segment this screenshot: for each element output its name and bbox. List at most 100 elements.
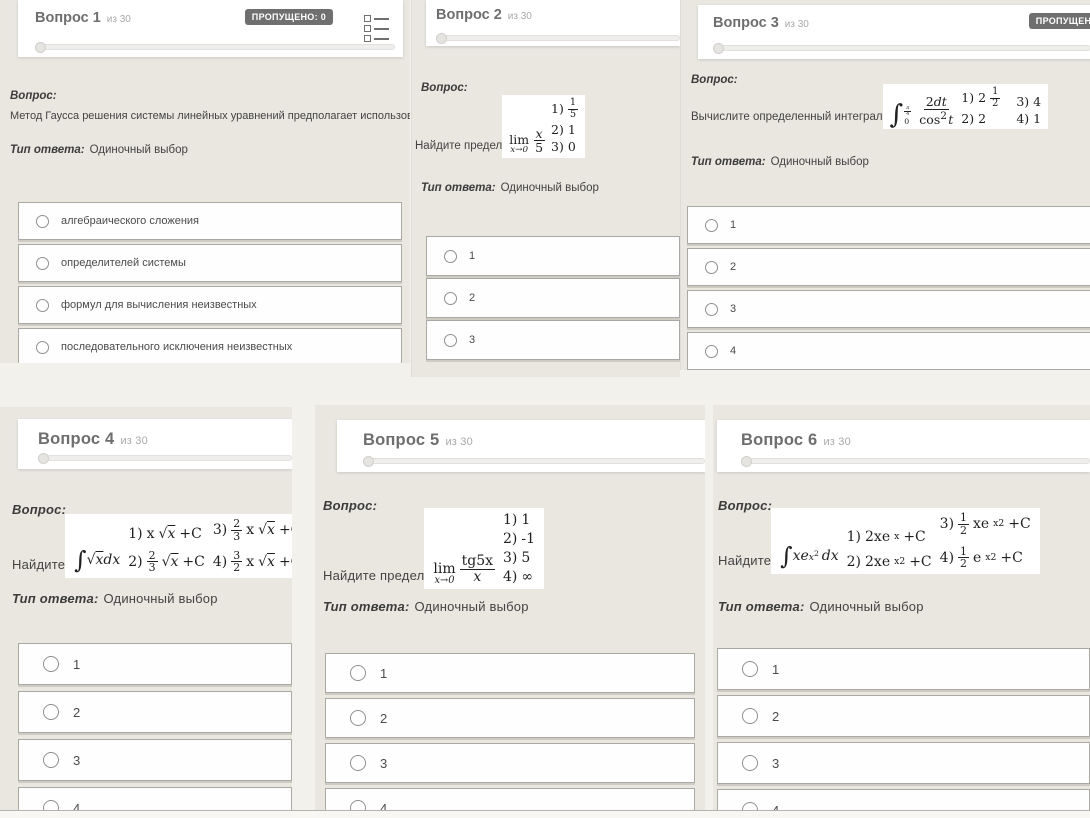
radio-icon[interactable] (742, 708, 758, 724)
answer-option[interactable]: 1 (325, 653, 695, 693)
choice-label: 2) (503, 531, 517, 547)
exponent: 2 (940, 109, 947, 122)
radio-icon[interactable] (36, 257, 49, 270)
denominator: 2 (958, 558, 969, 570)
denominator: 3 (147, 562, 158, 574)
radio-icon[interactable] (36, 299, 49, 312)
denominator: 5 (533, 141, 545, 155)
answer-option[interactable]: 3 (18, 739, 292, 781)
skipped-badge: ПРОПУЩЕНО: 0 (245, 9, 333, 25)
question-line: Найдите ∫ xex2 dx 1)2xex+C 2)2xex2+C 3)1… (718, 508, 1040, 574)
options-list: 1 2 3 (426, 236, 680, 360)
limit: limx→0 (509, 134, 529, 155)
question-text: Вычислите определенный интеграл (691, 111, 883, 123)
answer-option[interactable]: последовательного исключения неизвестных (18, 328, 402, 363)
radicand: x (267, 522, 275, 538)
question-count: из 30 (120, 435, 147, 447)
radio-icon[interactable] (742, 661, 758, 677)
radio-icon[interactable] (705, 303, 718, 316)
question-panel-4: Вопрос 4из 30 Вопрос: Найдите ∫ √x dx 1)… (0, 407, 292, 818)
answer-option[interactable]: 4 (687, 332, 1090, 370)
answer-type: Тип ответа:Одиночный выбор (691, 156, 869, 168)
square-root: √x (162, 554, 179, 570)
upper-limit: π4 (904, 106, 911, 117)
answer-type-value: Одиночный выбор (810, 599, 924, 614)
denominator: cos2 t (917, 110, 955, 127)
radio-icon[interactable] (43, 704, 59, 720)
radio-icon[interactable] (742, 755, 758, 771)
answer-option[interactable]: 2 (426, 278, 680, 318)
function: cos (919, 112, 940, 127)
answer-option[interactable]: 3 (717, 742, 1090, 784)
question-number: Вопрос 3 (713, 15, 779, 31)
numerator: 1 (958, 512, 969, 525)
radio-icon[interactable] (444, 334, 457, 347)
answer-type-label: Тип ответа: (12, 591, 99, 606)
question-text: Найдите (718, 553, 771, 568)
choice-value: +C (279, 522, 292, 538)
question-text: Найдите предел (323, 568, 424, 583)
choice-label: 1) (503, 512, 517, 528)
answer-option[interactable]: 2 (687, 248, 1090, 286)
answer-option[interactable]: 2 (18, 691, 292, 733)
choice-label: 2) (128, 554, 142, 570)
radio-icon[interactable] (444, 250, 457, 263)
radio-icon[interactable] (350, 710, 366, 726)
answer-option[interactable]: формул для вычисления неизвестных (18, 286, 402, 324)
formula-choice: 1)1 (503, 512, 530, 528)
square-root: √x (159, 526, 176, 542)
question-header: Вопрос 5из 30 (337, 420, 705, 472)
formula-choice: 3)0 (551, 140, 576, 154)
answer-option[interactable]: 3 (687, 290, 1090, 328)
choice-value: xe (973, 516, 989, 532)
choice-value: x (246, 522, 254, 538)
formula-choice: 1)212 (961, 87, 1000, 109)
option-label: 4 (730, 345, 736, 357)
choice-value: e (973, 550, 981, 566)
formula-choice: 3)5 (503, 550, 530, 566)
choice-value: 2xe (865, 554, 890, 570)
radio-icon[interactable] (705, 219, 718, 232)
radio-icon[interactable] (43, 656, 59, 672)
radio-icon[interactable] (36, 341, 49, 354)
question-list-icon[interactable] (364, 15, 389, 42)
radio-icon[interactable] (43, 752, 59, 768)
integral-expression: ∫ √x dx (74, 550, 120, 571)
answer-option[interactable]: 1 (717, 648, 1090, 690)
radio-icon[interactable] (444, 292, 457, 305)
radio-icon[interactable] (705, 345, 718, 358)
radio-icon[interactable] (36, 215, 49, 228)
answer-option[interactable]: 2 (717, 695, 1090, 737)
option-label: определителей системы (61, 257, 186, 269)
answer-option[interactable]: 3 (426, 320, 680, 360)
question-number: Вопрос 1 (35, 10, 101, 26)
formula-choice: 3)4 (1016, 95, 1041, 109)
option-label: 3 (380, 756, 387, 771)
formula-choice: 4)32x√x+C (213, 550, 292, 575)
radio-icon[interactable] (350, 755, 366, 771)
square-root: √x (258, 522, 275, 538)
answer-option[interactable]: 1 (426, 236, 680, 276)
choice-value: +C (1000, 550, 1022, 566)
radio-icon[interactable] (705, 261, 718, 274)
answer-option[interactable]: 1 (18, 643, 292, 685)
formula-choice: 2)2 (961, 112, 986, 126)
answer-type-value: Одиночный выбор (501, 182, 599, 194)
progress-knob (35, 42, 46, 53)
choice-label: 3) (551, 140, 564, 154)
answer-option[interactable]: 3 (325, 743, 695, 783)
answer-option[interactable]: 2 (325, 698, 695, 738)
fraction: 12 (958, 546, 969, 571)
radio-icon[interactable] (350, 665, 366, 681)
options-list: 1 2 3 4 (717, 648, 1090, 818)
coefficient: 2 (926, 94, 934, 109)
answer-option[interactable]: 1 (687, 206, 1090, 244)
answer-option[interactable]: определителей системы (18, 244, 402, 282)
choice-label: 2) (961, 112, 974, 126)
formula-choice: 1)15 (551, 98, 578, 120)
answer-option[interactable]: алгебраического сложения (18, 202, 402, 240)
choice-value: +C (1008, 516, 1030, 532)
answer-type-value: Одиночный выбор (104, 591, 218, 606)
choice-value: 2 (978, 91, 986, 105)
skipped-badge: ПРОПУЩЕНО: 0 (1029, 13, 1090, 29)
